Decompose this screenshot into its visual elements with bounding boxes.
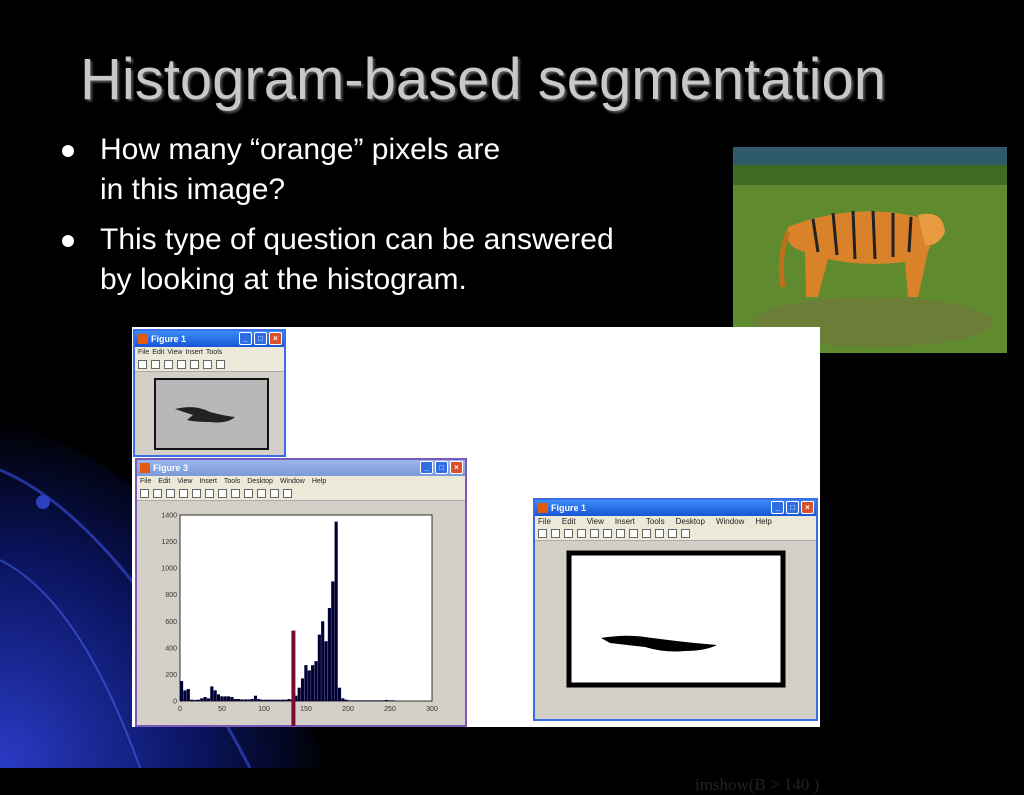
menu-edit[interactable]: Edit <box>158 476 170 487</box>
print-icon[interactable] <box>179 489 188 498</box>
pointer-icon[interactable] <box>590 529 599 538</box>
menu-insert[interactable]: Insert <box>199 476 217 487</box>
toolbar <box>137 487 465 501</box>
menu-insert[interactable]: Insert <box>185 347 203 358</box>
rotate-icon[interactable] <box>642 529 651 538</box>
menu-edit[interactable]: Edit <box>562 516 576 527</box>
bullet-2: This type of question can be answered by … <box>62 220 614 300</box>
menu-bar: File Edit View Insert Tools Desktop Window Help <box>137 476 465 487</box>
legend-icon[interactable] <box>681 529 690 538</box>
minimize-button[interactable]: _ <box>239 332 252 345</box>
save-icon[interactable] <box>564 529 573 538</box>
menu-edit[interactable]: Edit <box>152 347 164 358</box>
matlab-logo-icon <box>138 334 148 344</box>
pan-icon[interactable] <box>231 489 240 498</box>
print-icon[interactable] <box>577 529 586 538</box>
colorbar-icon[interactable] <box>270 489 279 498</box>
close-button[interactable]: × <box>450 461 463 474</box>
window-title: Figure 3 <box>153 463 189 473</box>
bullet-1: How many “orange” pixels are in this imag… <box>62 130 500 210</box>
pan-icon[interactable] <box>629 529 638 538</box>
menu-insert[interactable]: Insert <box>615 516 635 527</box>
imshow-command: imshow(B > 140 ) <box>695 775 820 794</box>
save-icon[interactable] <box>166 489 175 498</box>
zoom-out-icon[interactable] <box>616 529 625 538</box>
maximize-button[interactable]: □ <box>254 332 267 345</box>
maximize-button[interactable]: □ <box>786 501 799 514</box>
pan-icon[interactable] <box>216 360 225 369</box>
menu-tools[interactable]: Tools <box>646 516 665 527</box>
menu-desktop[interactable]: Desktop <box>676 516 705 527</box>
legend-icon[interactable] <box>283 489 292 498</box>
data-cursor-icon[interactable] <box>257 489 266 498</box>
toolbar <box>135 358 284 372</box>
maximize-button[interactable]: □ <box>435 461 448 474</box>
title-bar[interactable]: Figure 1 _ □ × <box>135 331 284 347</box>
menu-bar: File Edit View Insert Tools <box>135 347 284 358</box>
save-icon[interactable] <box>164 360 173 369</box>
tiger-photo <box>733 147 1007 353</box>
open-icon[interactable] <box>151 360 160 369</box>
data-cursor-icon[interactable] <box>655 529 664 538</box>
zoom-out-icon[interactable] <box>203 360 212 369</box>
window-title: Figure 1 <box>151 334 187 344</box>
bullet-text: by looking at the histogram. <box>100 263 467 296</box>
bullet-dot <box>62 235 74 247</box>
binary-threshold-image <box>566 550 786 688</box>
bullet-text: This type of question can be answered <box>100 223 614 256</box>
menu-window[interactable]: Window <box>716 516 744 527</box>
minimize-button[interactable]: _ <box>771 501 784 514</box>
figure-window-original: Figure 1 _ □ × File Edit View Insert Tools <box>133 329 286 457</box>
title-bar[interactable]: Figure 3 _ □ × <box>137 460 465 476</box>
menu-bar: File Edit View Insert Tools Desktop Window Help <box>535 516 816 527</box>
matlab-logo-icon <box>140 463 150 473</box>
matlab-logo-icon <box>538 503 548 513</box>
menu-help[interactable]: Help <box>755 516 771 527</box>
rotate-icon[interactable] <box>244 489 253 498</box>
menu-tools[interactable]: Tools <box>206 347 222 358</box>
slide-title: Histogram-based segmentation <box>80 47 886 112</box>
open-icon[interactable] <box>153 489 162 498</box>
menu-help[interactable]: Help <box>312 476 326 487</box>
zoom-out-icon[interactable] <box>218 489 227 498</box>
print-icon[interactable] <box>177 360 186 369</box>
new-icon[interactable] <box>140 489 149 498</box>
menu-desktop[interactable]: Desktop <box>247 476 273 487</box>
figure-window-histogram: Figure 3 _ □ × File Edit View Insert Tools Deskt… <box>135 458 467 727</box>
close-button[interactable]: × <box>801 501 814 514</box>
menu-view[interactable]: View <box>587 516 604 527</box>
menu-file[interactable]: File <box>138 347 149 358</box>
colorbar-icon[interactable] <box>668 529 677 538</box>
bullet-dot <box>62 145 74 157</box>
title-bar[interactable]: Figure 1 _ □ × <box>535 500 816 516</box>
bullet-text: in this image? <box>100 173 286 206</box>
grayscale-bird-image <box>154 378 269 450</box>
open-icon[interactable] <box>551 529 560 538</box>
zoom-in-icon[interactable] <box>190 360 199 369</box>
zoom-in-icon[interactable] <box>205 489 214 498</box>
close-button[interactable]: × <box>269 332 282 345</box>
menu-file[interactable]: File <box>538 516 551 527</box>
window-title: Figure 1 <box>551 503 587 513</box>
new-icon[interactable] <box>138 360 147 369</box>
menu-window[interactable]: Window <box>280 476 305 487</box>
toolbar <box>535 527 816 541</box>
menu-tools[interactable]: Tools <box>224 476 240 487</box>
zoom-in-icon[interactable] <box>603 529 612 538</box>
bullet-text: How many “orange” pixels are <box>100 133 501 166</box>
menu-file[interactable]: File <box>140 476 151 487</box>
menu-view[interactable]: View <box>167 347 182 358</box>
new-icon[interactable] <box>538 529 547 538</box>
menu-view[interactable]: View <box>177 476 192 487</box>
pointer-icon[interactable] <box>192 489 201 498</box>
minimize-button[interactable]: _ <box>420 461 433 474</box>
figure-window-binary: Figure 1 _ □ × File Edit View Insert Tools Deskt… <box>533 498 818 721</box>
